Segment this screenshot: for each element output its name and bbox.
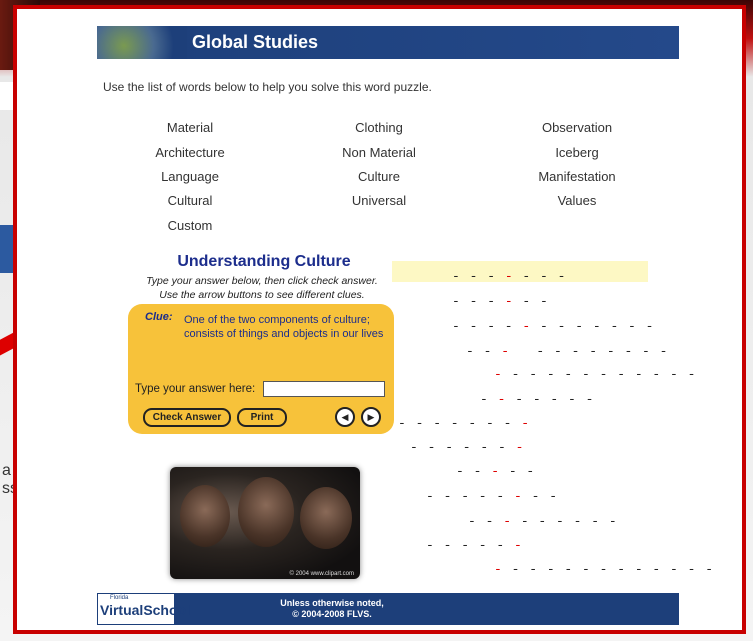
clue-text: One of the two components of culture; co… bbox=[184, 314, 384, 340]
answer-slots[interactable]: - - - - - - - bbox=[452, 269, 566, 284]
footer-bar: Florida VirtualSchool Unless otherwise n… bbox=[97, 593, 679, 625]
word-bank-item: Language bbox=[161, 169, 219, 184]
answer-label: Type your answer here: bbox=[135, 383, 256, 395]
clue-label: Clue: bbox=[145, 311, 173, 323]
answer-slots[interactable]: - - - - - - - - - - - - - bbox=[494, 562, 714, 577]
word-bank-item: Material bbox=[166, 120, 214, 135]
puzzle-subtitle: Use the arrow buttons to see different c… bbox=[159, 289, 365, 301]
puzzle-subtitle: Type your answer below, then click check… bbox=[146, 275, 378, 287]
header-banner: Global Studies bbox=[97, 26, 679, 59]
answer-input[interactable] bbox=[263, 381, 385, 397]
answer-slots[interactable]: - - - - - - - - - - - - bbox=[494, 367, 696, 382]
culture-photo: © 2004 www.clipart.com bbox=[170, 467, 360, 579]
right-arrow-icon[interactable]: ▶ bbox=[361, 407, 381, 427]
person-face bbox=[238, 477, 294, 547]
answer-slots[interactable]: - - - - - - - bbox=[480, 392, 594, 407]
person-face bbox=[180, 485, 230, 547]
answer-slots[interactable]: - - - - - bbox=[456, 464, 535, 479]
logo-text: VirtualSchool bbox=[100, 602, 190, 618]
puzzle-title: Understanding Culture bbox=[177, 253, 351, 270]
answer-slots[interactable]: - - - - - - - - bbox=[426, 489, 558, 504]
photo-caption: © 2004 www.clipart.com bbox=[289, 571, 354, 577]
answer-slots[interactable]: - - - - - - - bbox=[410, 440, 524, 455]
word-bank-item: Custom bbox=[167, 218, 213, 233]
print-button[interactable]: Print bbox=[237, 408, 287, 427]
copyright-line: Unless otherwise noted, bbox=[280, 598, 384, 608]
edge-text: a bbox=[2, 462, 11, 479]
check-answer-button[interactable]: Check Answer bbox=[143, 408, 231, 427]
logo-small-text: Florida bbox=[110, 595, 129, 601]
word-bank-item: Iceberg bbox=[555, 145, 599, 160]
answer-slots[interactable]: - - - - - - - - - bbox=[468, 514, 618, 529]
answer-slots[interactable]: - - - - - - - - - - - bbox=[466, 344, 668, 359]
copyright-line: © 2004-2008 FLVS. bbox=[292, 609, 372, 619]
person-face bbox=[300, 487, 352, 549]
left-arrow-icon[interactable]: ◀ bbox=[335, 407, 355, 427]
answer-slots[interactable]: - - - - - - - - - - - - bbox=[452, 319, 654, 334]
word-bank-item: Universal bbox=[351, 193, 407, 208]
word-bank-item: Non Material bbox=[342, 145, 416, 160]
copyright-note: Unless otherwise noted, © 2004-2008 FLVS… bbox=[247, 598, 417, 620]
globe-icon bbox=[97, 26, 187, 59]
answer-slots[interactable]: - - - - - - bbox=[452, 294, 549, 309]
clue-panel: Clue: One of the two components of cultu… bbox=[128, 304, 394, 434]
word-bank-item: Values bbox=[557, 193, 597, 208]
answer-slots[interactable]: - - - - - - - - bbox=[398, 416, 530, 431]
word-bank-item: Culture bbox=[358, 169, 400, 184]
word-bank-item: Cultural bbox=[167, 193, 213, 208]
word-bank-item: Architecture bbox=[155, 145, 225, 160]
word-bank-item: Manifestation bbox=[538, 169, 616, 184]
word-bank-item: Clothing bbox=[355, 120, 403, 135]
word-bank-item: Observation bbox=[541, 120, 613, 135]
page-title: Global Studies bbox=[192, 32, 319, 52]
answer-slots[interactable]: - - - - - - bbox=[426, 538, 523, 553]
flvs-logo: Florida VirtualSchool bbox=[97, 593, 190, 625]
instructions-text: Use the list of words below to help you … bbox=[103, 80, 432, 94]
